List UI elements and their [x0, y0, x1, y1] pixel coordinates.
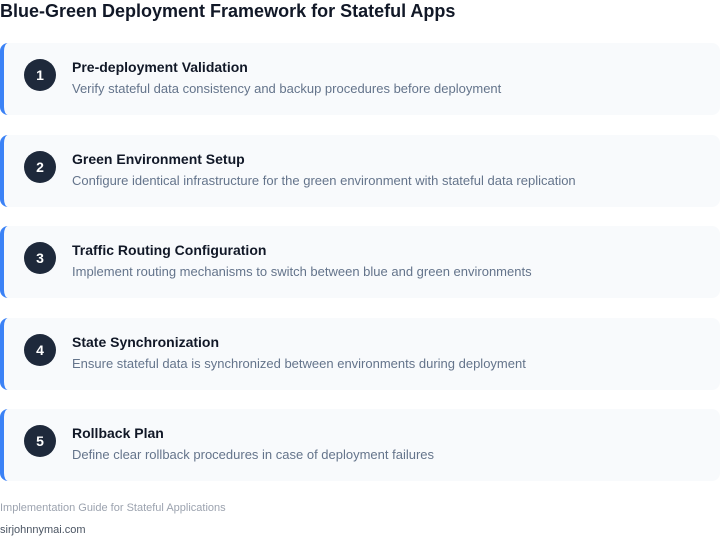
step-description: Ensure stateful data is synchronized bet… [72, 355, 526, 371]
step-number-badge: 5 [24, 425, 56, 457]
footer-caption: Implementation Guide for Stateful Applic… [0, 502, 226, 514]
step-description: Implement routing mechanisms to switch b… [72, 264, 532, 279]
step-title: Traffic Routing Configuration [72, 242, 267, 258]
step-title: Pre-deployment Validation [72, 59, 248, 75]
step-title: State Synchronization [72, 333, 220, 350]
step-number-badge: 3 [24, 242, 56, 274]
step-card: 2 Green Environment Setup Configure iden… [0, 134, 720, 207]
step-card: 4 State Synchronization Ensure stateful … [0, 317, 720, 390]
step-card: 5 Rollback Plan Define clear rollback pr… [0, 409, 720, 481]
step-description: Configure identical infrastructure for t… [72, 172, 576, 188]
step-number-badge: 1 [24, 59, 56, 91]
footer-site-credit: sirjohnnymai.com [0, 524, 86, 536]
step-description: Verify stateful data consistency and bac… [72, 81, 502, 96]
step-card: 3 Traffic Routing Configuration Implemen… [0, 226, 720, 298]
page-title: Blue-Green Deployment Framework for Stat… [0, 1, 456, 21]
step-number-badge: 4 [24, 333, 56, 366]
step-title: Green Environment Setup [72, 150, 245, 167]
steps-list: 1 Pre-deployment Validation Verify state… [0, 43, 720, 501]
step-card: 1 Pre-deployment Validation Verify state… [0, 43, 720, 115]
step-title: Rollback Plan [72, 425, 164, 441]
step-number-badge: 2 [24, 150, 56, 183]
step-description: Define clear rollback procedures in case… [72, 447, 435, 462]
